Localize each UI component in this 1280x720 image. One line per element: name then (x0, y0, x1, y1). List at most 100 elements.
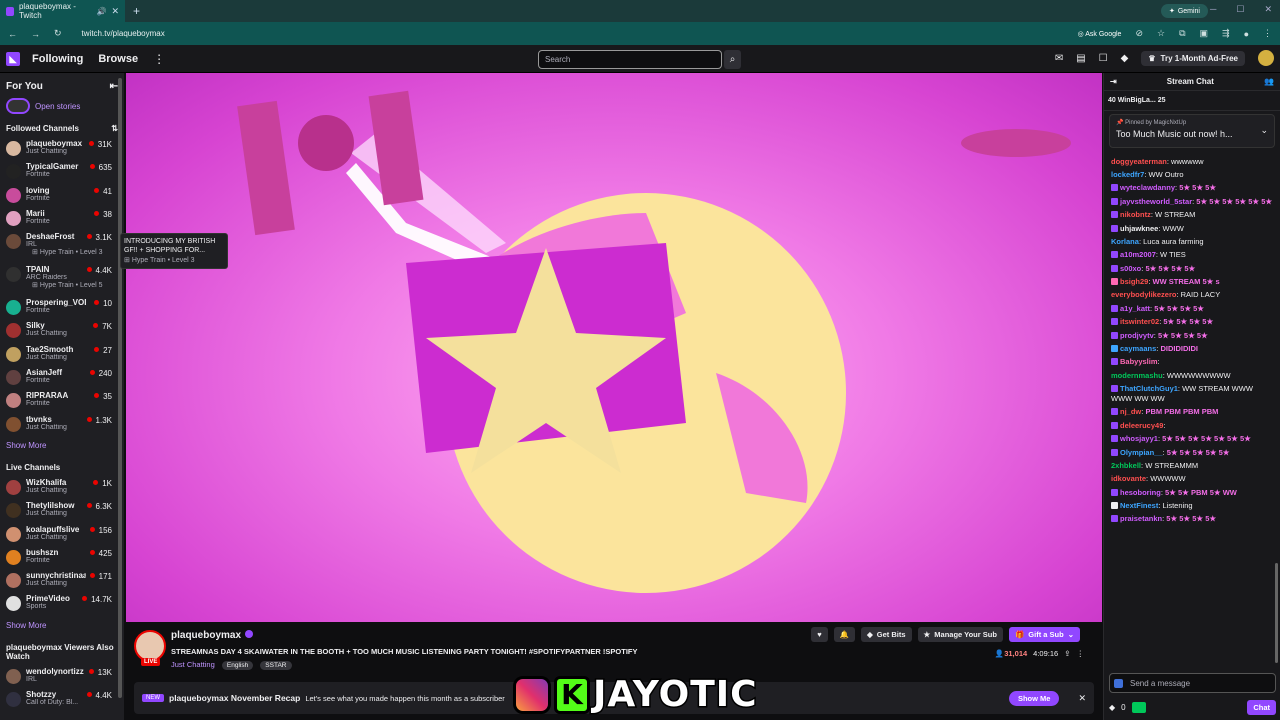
show-me-button[interactable]: Show Me (1008, 690, 1060, 706)
sidebar-channel[interactable]: TypicalGamer Fortnite 635 (0, 160, 124, 183)
channel-points-icon[interactable] (1131, 702, 1146, 713)
chat-username[interactable]: Olympian__ (1120, 448, 1163, 457)
follow-heart-button[interactable]: ♥ (811, 627, 828, 642)
chat-username[interactable]: Babyyslim (1120, 357, 1158, 366)
chevron-down-icon[interactable]: ⌄ (1260, 125, 1268, 136)
open-stories[interactable]: Open stories (0, 96, 124, 120)
search-input[interactable]: Search (538, 50, 722, 69)
bits-icon[interactable]: ◆ (1109, 703, 1115, 712)
show-more-followed[interactable]: Show More (0, 436, 124, 459)
new-tab-icon[interactable]: + (133, 4, 140, 18)
chat-username[interactable]: deleerucy49 (1120, 421, 1163, 430)
chat-username[interactable]: idkovante (1111, 474, 1146, 483)
recap-close-icon[interactable]: ✕ (1078, 693, 1086, 704)
chat-collapse-icon[interactable]: ⇥ (1110, 77, 1117, 86)
tag-sstar[interactable]: SSTAR (260, 661, 292, 670)
chat-username[interactable]: lockedfr7 (1111, 170, 1144, 179)
chat-username[interactable]: a1y_katt (1120, 304, 1150, 313)
chat-username[interactable]: jayvstheworld_5star (1120, 197, 1192, 206)
manage-sub-button[interactable]: ★ Manage Your Sub (917, 627, 1003, 642)
sidebar-channel[interactable]: wendolynortizz IRL 13K (0, 665, 124, 688)
twitch-logo-icon[interactable]: ◣ (6, 51, 20, 66)
browse-link[interactable]: Browse (98, 53, 138, 65)
chat-username[interactable]: s00xo (1120, 264, 1141, 273)
chat-username[interactable]: caymaans (1120, 344, 1156, 353)
sidebar-channel-deshaefrost[interactable]: DeshaeFrost IRL ⊞ Hype Train • Level 3 3… (0, 230, 124, 263)
more-options-icon[interactable]: ⋮ (1077, 649, 1085, 658)
chat-scrollbar[interactable] (1275, 563, 1278, 663)
collapse-icon[interactable]: ⇤ (110, 81, 118, 92)
following-link[interactable]: Following (32, 53, 83, 65)
sidebar-channel[interactable]: koalapuffslive Just Chatting 156 (0, 523, 124, 546)
video-player[interactable] (126, 73, 1102, 622)
streamer-name[interactable]: plaqueboymax (171, 630, 254, 641)
reload-icon[interactable]: ↻ (54, 28, 62, 39)
chat-leaderboard[interactable]: 40 WinBigLa... 25 (1104, 91, 1280, 111)
sidebar-channel[interactable]: bushszn Fortnite 425 (0, 546, 124, 569)
sidebar-channel[interactable]: tbvnks Just Chatting 1.3K (0, 413, 124, 436)
chat-send-button[interactable]: Chat (1247, 700, 1276, 715)
profile-icon[interactable]: ● (1244, 29, 1249, 39)
sidebar-channel[interactable]: Prospering_VODsFortnite10 (0, 296, 124, 319)
tab-close-icon[interactable]: ✕ (111, 6, 119, 17)
ad-free-button[interactable]: ♛ Try 1-Month Ad-Free (1141, 50, 1245, 66)
get-bits-button[interactable]: ◆ Get Bits (861, 627, 912, 642)
chat-username[interactable]: prodjvytv (1120, 331, 1154, 340)
chat-username[interactable]: nj_dw (1120, 407, 1141, 416)
sidebar-channel[interactable]: Thetylilshow Just Chatting 6.3K (0, 499, 124, 522)
chat-username[interactable]: doggyeaterman (1111, 157, 1167, 166)
sidebar-channel[interactable]: Tae2Smooth Just Chatting 27 (0, 343, 124, 366)
bits-icon[interactable]: ◆ (1121, 53, 1129, 64)
gemini-button[interactable]: ✦ Gemini (1160, 4, 1208, 18)
gift-sub-button[interactable]: 🎁 Gift a Sub ⌄ (1008, 627, 1080, 642)
chat-username[interactable]: ThatClutchGuy1 (1120, 384, 1178, 393)
chat-username[interactable]: 2xhbkell (1111, 461, 1141, 470)
sidebar-scrollbar[interactable] (118, 78, 122, 698)
close-window-icon[interactable]: ✕ (1264, 4, 1272, 15)
sidebar-channel[interactable]: loving Fortnite 41 (0, 184, 124, 207)
chat-username[interactable]: modernmashu (1111, 371, 1163, 380)
user-avatar[interactable] (1258, 50, 1274, 66)
chat-username[interactable]: itswinter02 (1120, 317, 1159, 326)
notification-bell-button[interactable]: 🔔 (833, 627, 855, 642)
sidebar-channel[interactable]: Shotzzy Call of Duty: Bl... 4.4K (0, 688, 124, 711)
sidebar-channel[interactable]: Marii Fortnite 38 (0, 207, 124, 230)
chat-username[interactable]: everybodylikezero (1111, 290, 1176, 299)
search-icon[interactable]: ⌕ (724, 50, 741, 69)
speaker-icon[interactable]: 🔊 (96, 7, 106, 16)
sidebar-channel[interactable]: Silky Just Chatting 7K (0, 319, 124, 342)
chat-users-icon[interactable]: 👥 (1264, 77, 1274, 86)
back-icon[interactable]: ← (8, 29, 17, 39)
sidebar-channel[interactable]: WizKhalifa Just Chatting 1K (0, 476, 124, 499)
show-more-live[interactable]: Show More (0, 616, 124, 639)
forward-icon[interactable]: → (31, 29, 40, 39)
chat-username[interactable]: wyteclawdanny (1120, 183, 1175, 192)
sidebar-channel[interactable]: AsianJeff Fortnite 240 (0, 366, 124, 389)
maximize-icon[interactable]: ☐ (1236, 4, 1244, 15)
browser-menu-icon[interactable]: ⋮ (1263, 28, 1272, 39)
star-icon[interactable]: ☆ (1157, 28, 1165, 39)
category-link[interactable]: Just Chatting (171, 660, 215, 669)
pinned-message[interactable]: 📌 Pinned by MagicNxtUp Too Much Music ou… (1109, 114, 1275, 148)
chat-username[interactable]: whosjayy1 (1120, 434, 1158, 443)
sidebar-channel[interactable]: plaqueboymax Just Chatting 31K (0, 137, 124, 160)
browser-tab[interactable]: plaqueboymax - Twitch 🔊 ✕ (0, 0, 125, 22)
chat-username[interactable]: NextFinest (1120, 501, 1158, 510)
chat-input[interactable]: Send a message (1109, 673, 1276, 693)
extensions-icon[interactable]: ⧉ (1179, 28, 1185, 39)
notifications-icon[interactable]: ☐ (1099, 53, 1108, 64)
sidebar-channel[interactable]: RIPRARAA Fortnite 35 (0, 389, 124, 412)
chat-username[interactable]: hesoboring (1120, 488, 1161, 497)
eye-off-icon[interactable]: ⊘ (1135, 28, 1143, 39)
sidebar-channel[interactable]: sunnychristinaa Just Chatting 171 (0, 569, 124, 592)
chat-username[interactable]: uhjawknee (1120, 224, 1158, 233)
sidebar-channel[interactable]: PrimeVideo Sports 14.7K (0, 592, 124, 615)
sidebar-channel-tpain[interactable]: TPAIN ARC Raiders ⊞ Hype Train • Level 5… (0, 263, 124, 296)
cast-icon[interactable]: ⇶ (1222, 28, 1230, 39)
chat-username[interactable]: Korlana (1111, 237, 1139, 246)
inbox-icon[interactable]: ✉ (1055, 53, 1063, 64)
sidepanel-icon[interactable]: ▣ (1200, 28, 1209, 39)
chat-username[interactable]: bsigh29 (1120, 277, 1148, 286)
minimize-icon[interactable]: ─ (1210, 4, 1216, 15)
sort-icon[interactable]: ⇅ (111, 124, 118, 133)
